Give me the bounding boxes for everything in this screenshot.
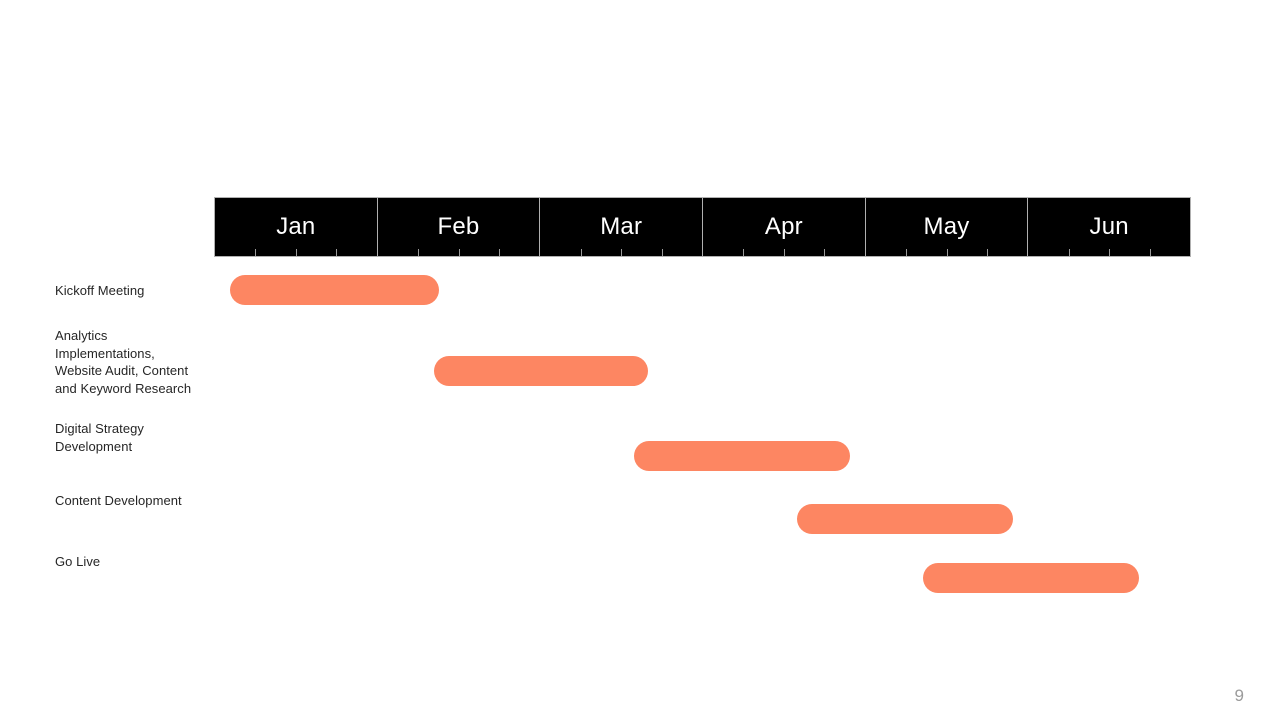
month-cell-jun[interactable]: Jun	[1028, 198, 1192, 256]
month-label-jan: Jan	[276, 213, 316, 240]
tick-mark	[661, 249, 663, 256]
task-label-analytics-implementations: Analytics Implementations, Website Audit…	[55, 327, 213, 397]
month-label-feb: Feb	[437, 213, 480, 240]
tick-mark	[1109, 249, 1111, 256]
gantt-bar-go-live[interactable]	[923, 563, 1139, 593]
task-label-go-live: Go Live	[55, 553, 213, 571]
task-label-column: Kickoff Meeting Analytics Implementation…	[55, 257, 210, 617]
task-label-line: Go Live	[55, 554, 101, 569]
task-label-content-development: Content Development	[55, 492, 213, 510]
tick-mark	[1149, 249, 1151, 256]
month-cell-mar[interactable]: Mar	[540, 198, 704, 256]
task-label-line: and Keyword Research	[55, 380, 192, 396]
gantt-bar-analytics-implementations[interactable]	[434, 356, 648, 386]
task-label-line: Development	[55, 438, 133, 454]
gantt-bar-kickoff-meeting[interactable]	[230, 275, 439, 305]
tick-mark	[295, 249, 297, 256]
tick-mark	[255, 249, 257, 256]
tick-mark	[458, 249, 460, 256]
tick-mark	[743, 249, 745, 256]
task-label-line: Website Audit, Content	[55, 363, 189, 378]
month-cell-may[interactable]: May	[865, 198, 1029, 256]
task-label-line: Analytics	[55, 328, 108, 343]
month-label-mar: Mar	[600, 213, 643, 240]
task-label-kickoff-meeting: Kickoff Meeting	[55, 282, 213, 300]
tick-mark	[418, 249, 420, 256]
tick-mark	[946, 249, 948, 256]
tick-mark	[498, 249, 500, 256]
tick-mark	[1068, 249, 1070, 256]
tick-mark	[336, 249, 338, 256]
task-label-line: Implementations,	[55, 345, 155, 361]
slide-number: 9	[1234, 686, 1244, 705]
gantt-chart: Jan Feb Mar Apr May Jun Kickoff Meeting …	[0, 0, 1280, 720]
month-label-apr: Apr	[764, 213, 803, 240]
month-label-may: May	[923, 213, 970, 240]
timeline-header: Jan Feb Mar Apr May Jun	[214, 197, 1192, 257]
task-label-digital-strategy-development: Digital Strategy Development	[55, 420, 213, 455]
tick-mark	[986, 249, 988, 256]
tick-mark	[580, 249, 582, 256]
tick-mark	[906, 249, 908, 256]
month-cell-feb[interactable]: Feb	[377, 198, 541, 256]
month-cell-jan[interactable]: Jan	[215, 198, 378, 256]
gantt-bar-content-development[interactable]	[797, 504, 1013, 534]
tick-mark	[621, 249, 623, 256]
tick-mark	[824, 249, 826, 256]
task-label-line: Content Development	[55, 493, 182, 508]
month-label-jun: Jun	[1089, 213, 1129, 240]
gantt-bar-digital-strategy-development[interactable]	[634, 441, 850, 471]
gantt-bar-area	[214, 257, 1191, 617]
task-label-line: Kickoff Meeting	[55, 283, 145, 298]
task-label-line: Digital Strategy	[55, 421, 144, 436]
slide-canvas: Jan Feb Mar Apr May Jun Kickoff Meeting …	[0, 0, 1280, 720]
month-cell-apr[interactable]: Apr	[703, 198, 866, 256]
tick-mark	[783, 249, 785, 256]
